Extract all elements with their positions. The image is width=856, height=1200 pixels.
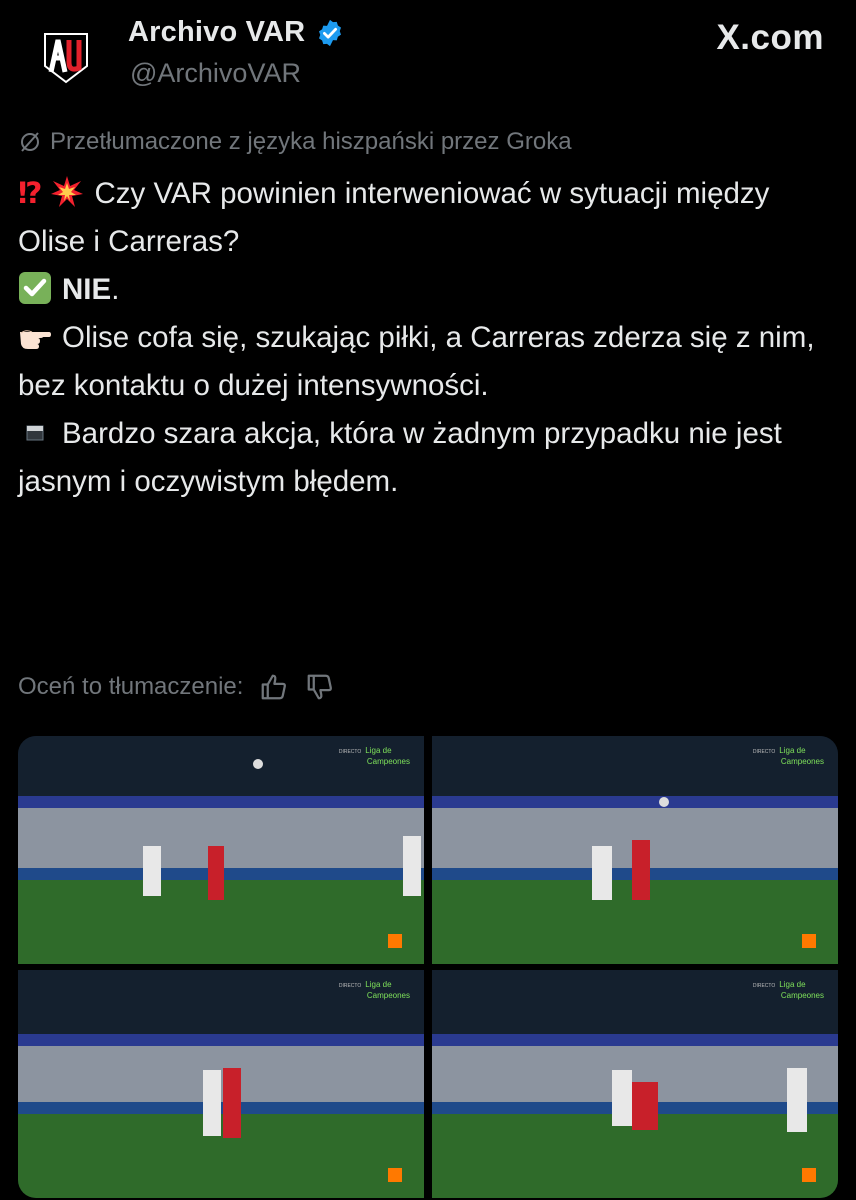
media-image-4[interactable]: DIRECTO Liga de Campeones <box>432 970 838 1198</box>
translation-note-text: Przetłumaczone z języka hiszpański przez… <box>50 128 572 155</box>
broadcast-logo: DIRECTO Liga de Campeones <box>338 746 410 766</box>
display-name[interactable]: Archivo VAR <box>128 16 305 49</box>
broadcast-logo: DIRECTO Liga de Campeones <box>752 980 824 1000</box>
rate-translation-label: Oceń to tłumaczenie: <box>18 673 244 700</box>
post-line-point: Olise cofa się, szukając piłki, a Carrer… <box>18 321 815 402</box>
post-line-question: ⁉ Czy VAR powinien interweniować w sytuac… <box>18 176 770 258</box>
interrobang-icon: ⁉ <box>18 177 43 210</box>
check-mark-icon <box>19 272 51 304</box>
media-grid: DIRECTO Liga de Campeones DIRECTO Liga de Ca… <box>18 736 838 1198</box>
broadcast-logo: DIRECTO Liga de Campeones <box>752 746 824 766</box>
broadcast-logo: DIRECTO Liga de Campeones <box>338 980 410 1000</box>
pointing-hand-icon <box>20 330 51 349</box>
avatar[interactable] <box>22 14 110 102</box>
stadium-scene <box>432 736 838 964</box>
collision-icon <box>51 176 84 207</box>
small-square-icon <box>26 425 44 441</box>
orange-logo <box>802 1168 816 1182</box>
post-line-grey: Bardzo szara akcja, która w żadnym przyp… <box>18 417 782 498</box>
thumbs-up-icon[interactable] <box>259 672 289 702</box>
grok-icon <box>21 132 39 152</box>
rate-translation: Oceń to tłumaczenie: <box>18 672 335 702</box>
translation-note: Przetłumaczone z języka hiszpański przez… <box>18 128 572 156</box>
stadium-scene <box>18 970 424 1198</box>
handle[interactable]: @ArchivoVAR <box>130 58 301 89</box>
stadium-scene <box>18 736 424 964</box>
orange-logo <box>802 934 816 948</box>
stadium-scene <box>432 970 838 1198</box>
orange-logo <box>388 1168 402 1182</box>
post-text: ⁉ Czy VAR powinien interweniować w sytuac… <box>18 170 838 506</box>
post-line-verdict: NIE. <box>18 266 838 314</box>
archivo-var-logo <box>44 33 88 84</box>
orange-logo <box>388 934 402 948</box>
post-header: Archivo VAR @ArchivoVAR X.com <box>0 0 856 110</box>
media-image-3[interactable]: DIRECTO Liga de Campeones <box>18 970 424 1198</box>
verified-badge-icon <box>319 19 342 46</box>
thumbs-down-icon[interactable] <box>305 672 335 702</box>
source-label: X.com <box>716 18 824 57</box>
media-image-2[interactable]: DIRECTO Liga de Campeones <box>432 736 838 964</box>
media-image-1[interactable]: DIRECTO Liga de Campeones <box>18 736 424 964</box>
